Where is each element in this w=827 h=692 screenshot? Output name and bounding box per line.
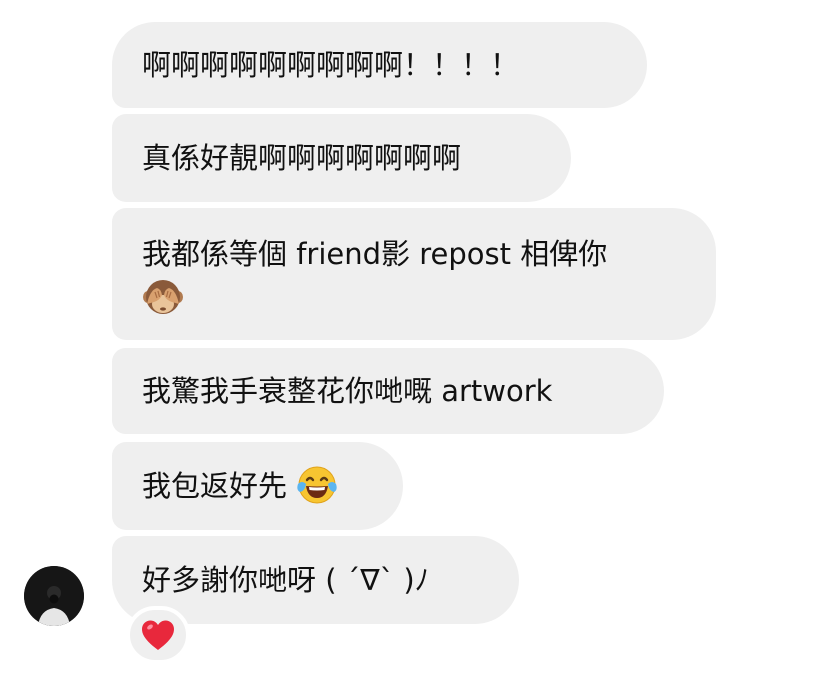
message-bubble[interactable]: 我驚我手衰整花你哋嘅 artwork xyxy=(112,348,664,434)
face-with-tears-of-joy-icon xyxy=(296,464,338,506)
avatar[interactable] xyxy=(24,566,84,626)
message-bubble[interactable]: 真係好靚啊啊啊啊啊啊啊 xyxy=(112,114,571,202)
message-reaction[interactable] xyxy=(126,606,190,664)
message-text: 我包返好先 xyxy=(142,469,288,503)
message-text: 好多謝你哋呀 ( ´∇` )ﾉ xyxy=(142,563,430,597)
see-no-evil-monkey-icon xyxy=(142,276,184,318)
message-text: 真係好靚啊啊啊啊啊啊啊 xyxy=(142,141,462,175)
message-text: 我驚我手衰整花你哋嘅 artwork xyxy=(142,374,553,408)
red-heart-icon xyxy=(142,620,174,650)
message-bubble[interactable]: 啊啊啊啊啊啊啊啊啊！！！！ xyxy=(112,22,647,108)
message-bubble[interactable]: 我包返好先 xyxy=(112,442,403,530)
chat-thread: 啊啊啊啊啊啊啊啊啊！！！！ 真係好靚啊啊啊啊啊啊啊 我都係等個 friend影 … xyxy=(0,0,827,692)
message-bubble[interactable]: 我都係等個 friend影 repost 相俾你 xyxy=(112,208,716,340)
message-text: 我都係等個 friend影 repost 相俾你 xyxy=(142,237,608,271)
message-text: 啊啊啊啊啊啊啊啊啊！！！！ xyxy=(142,48,520,82)
